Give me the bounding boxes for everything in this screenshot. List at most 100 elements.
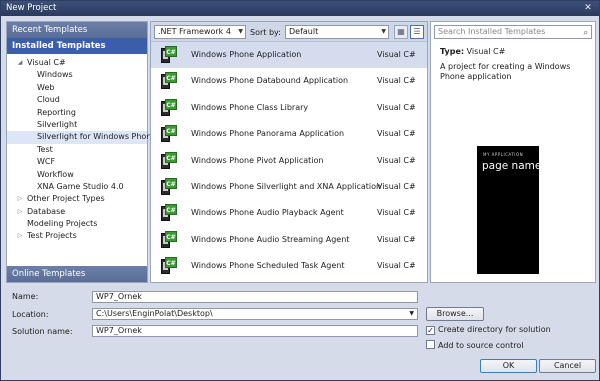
tree-item[interactable]: Reporting	[7, 107, 147, 119]
tree-item[interactable]: ▷ Other Project Types	[7, 193, 147, 205]
template-language: Visual C#	[377, 181, 416, 191]
tree-item-label: Other Project Types	[27, 194, 105, 204]
solution-name-label: Solution name:	[12, 327, 73, 336]
tree-item[interactable]: Web	[7, 82, 147, 94]
chevron-down-icon: ▼	[238, 28, 243, 35]
template-type: Type: Visual C#	[440, 47, 505, 56]
tree-item[interactable]: Cloud	[7, 94, 147, 106]
windows-phone-csharp-icon: C#	[159, 204, 177, 222]
collapsed-arrow-icon[interactable]: ▷	[16, 230, 24, 242]
windows-phone-csharp-icon: C#	[159, 177, 177, 196]
template-list: C# Windows Phone Application Visual C# C# Wi…	[151, 42, 427, 280]
sort-value: Default	[289, 27, 319, 36]
solution-name-field[interactable]: WP7_Ornek	[92, 325, 418, 337]
template-tree: ◢ Visual C# Windows Web Cloud Reporting Silver…	[7, 54, 156, 243]
search-icon[interactable]: ⌕	[584, 27, 588, 39]
tree-item-label: Test	[37, 144, 53, 154]
sort-select[interactable]: Default ▼	[285, 25, 389, 39]
tree-item-label: Windows	[37, 70, 73, 80]
csharp-badge-icon: C#	[165, 98, 177, 110]
recent-templates-header[interactable]: Recent Templates	[7, 22, 147, 38]
template-language: Visual C#	[377, 50, 416, 59]
tree-item-label: Test Projects	[27, 231, 77, 241]
template-language: Visual C#	[377, 234, 416, 244]
online-templates-header[interactable]: Online Templates	[7, 266, 147, 282]
preview-app-title: MY APPLICATION	[483, 152, 524, 157]
expanded-arrow-icon[interactable]: ◢	[16, 57, 24, 69]
location-label: Location:	[12, 310, 49, 319]
windows-phone-csharp-icon: C#	[159, 72, 177, 90]
installed-templates-header[interactable]: Installed Templates	[7, 38, 147, 54]
tree-item-label: XNA Game Studio 4.0	[37, 181, 124, 191]
chevron-down-icon: ▼	[381, 28, 386, 35]
new-project-dialog: New Project ✕ Recent Templates Installed…	[0, 0, 600, 381]
create-directory-checkbox[interactable]: ✓ Create directory for solution	[426, 325, 551, 335]
list-view-icon[interactable]: ☰	[410, 25, 424, 39]
collapsed-arrow-icon[interactable]: ▷	[16, 206, 24, 218]
tree-item[interactable]: ▷ Test Projects	[7, 230, 147, 242]
tree-item[interactable]: ▷ Database	[7, 206, 147, 218]
template-name: Windows Phone Databound Application	[191, 76, 349, 86]
template-row[interactable]: C# Windows Phone Silverlight and XNA Appl…	[151, 174, 427, 200]
windows-phone-csharp-icon: C#	[159, 257, 177, 275]
tree-item[interactable]: Silverlight for Windows Phone	[7, 131, 156, 144]
browse-button[interactable]: Browse...	[426, 307, 484, 321]
windows-phone-csharp-icon: C#	[159, 98, 177, 117]
template-row[interactable]: C# Windows Phone Audio Playback Agent Visu…	[151, 200, 427, 226]
collapsed-arrow-icon[interactable]: ▷	[16, 193, 24, 205]
template-name: Windows Phone Pivot Application	[191, 155, 324, 165]
template-categories-panel: Recent Templates Installed Templates ◢ Vi…	[6, 21, 156, 283]
template-row[interactable]: C# Windows Phone Panorama Application Visu…	[151, 121, 427, 147]
template-row[interactable]: C# Windows Phone Scheduled Task Agent Visu…	[151, 253, 427, 279]
templates-panel: .NET Framework 4 ▼ Sort by: Default ▼ ▦ …	[150, 21, 428, 283]
type-value: Visual C#	[466, 47, 506, 56]
search-installed-templates-input[interactable]: Search Installed Templates ⌕	[434, 25, 592, 39]
tree-item[interactable]: Test	[7, 144, 147, 156]
tree-item[interactable]: WCF	[7, 156, 147, 168]
checkbox-box[interactable]	[426, 340, 435, 349]
template-row[interactable]: C# Windows Phone Databound Application Vis…	[151, 68, 427, 94]
template-row[interactable]: C# Windows Phone Pivot Application Visual …	[151, 148, 427, 174]
template-language: Visual C#	[377, 102, 416, 112]
create-directory-label: Create directory for solution	[438, 325, 551, 334]
type-label: Type:	[440, 47, 465, 56]
template-name: Windows Phone Audio Streaming Agent	[191, 234, 350, 244]
add-to-source-control-checkbox[interactable]: Add to source control	[426, 340, 523, 350]
tree-item[interactable]: XNA Game Studio 4.0	[7, 181, 147, 193]
tree-item-label: Cloud	[37, 95, 60, 105]
location-field[interactable]: C:\Users\EnginPolat\Desktop\ ▼	[92, 308, 418, 320]
phone-preview-image: MY APPLICATION page name	[477, 146, 541, 274]
tree-item[interactable]: Modeling Projects	[7, 218, 147, 230]
tree-item-label: Silverlight	[37, 119, 78, 129]
add-to-source-control-label: Add to source control	[438, 341, 524, 350]
tree-item[interactable]: ◢ Visual C#	[7, 57, 147, 69]
template-name: Windows Phone Class Library	[191, 102, 309, 112]
ok-button[interactable]: OK	[480, 359, 537, 373]
template-name: Windows Phone Scheduled Task Agent	[191, 261, 345, 271]
sort-label: Sort by:	[250, 28, 281, 37]
tree-item-label: Workflow	[37, 169, 74, 179]
csharp-badge-icon: C#	[165, 72, 177, 84]
template-row[interactable]: C# Windows Phone Audio Streaming Agent Vis…	[151, 227, 427, 253]
framework-select[interactable]: .NET Framework 4 ▼	[154, 25, 246, 39]
title-bar: New Project ✕	[1, 1, 599, 16]
name-label: Name:	[12, 292, 39, 301]
csharp-badge-icon: C#	[165, 230, 177, 242]
template-language: Visual C#	[377, 261, 416, 271]
tree-item[interactable]: Windows	[7, 69, 147, 81]
tree-item[interactable]: Workflow	[7, 169, 147, 181]
cancel-button[interactable]: Cancel	[539, 359, 596, 373]
template-row[interactable]: C# Windows Phone Class Library Visual C#	[151, 95, 427, 121]
checkbox-box[interactable]: ✓	[426, 326, 435, 335]
search-placeholder: Search Installed Templates	[438, 27, 546, 36]
template-language: Visual C#	[377, 129, 416, 139]
tree-item[interactable]: Silverlight	[7, 119, 147, 131]
csharp-badge-icon: C#	[165, 257, 177, 269]
small-icons-view-icon[interactable]: ▦	[394, 25, 408, 39]
template-row[interactable]: C# Windows Phone Application Visual C#	[151, 42, 427, 69]
name-field[interactable]: WP7_Ornek	[92, 291, 418, 303]
chevron-down-icon[interactable]: ▼	[409, 309, 414, 319]
close-icon[interactable]: ✕	[581, 3, 595, 14]
windows-phone-csharp-icon: C#	[159, 46, 177, 64]
csharp-badge-icon: C#	[165, 46, 177, 57]
